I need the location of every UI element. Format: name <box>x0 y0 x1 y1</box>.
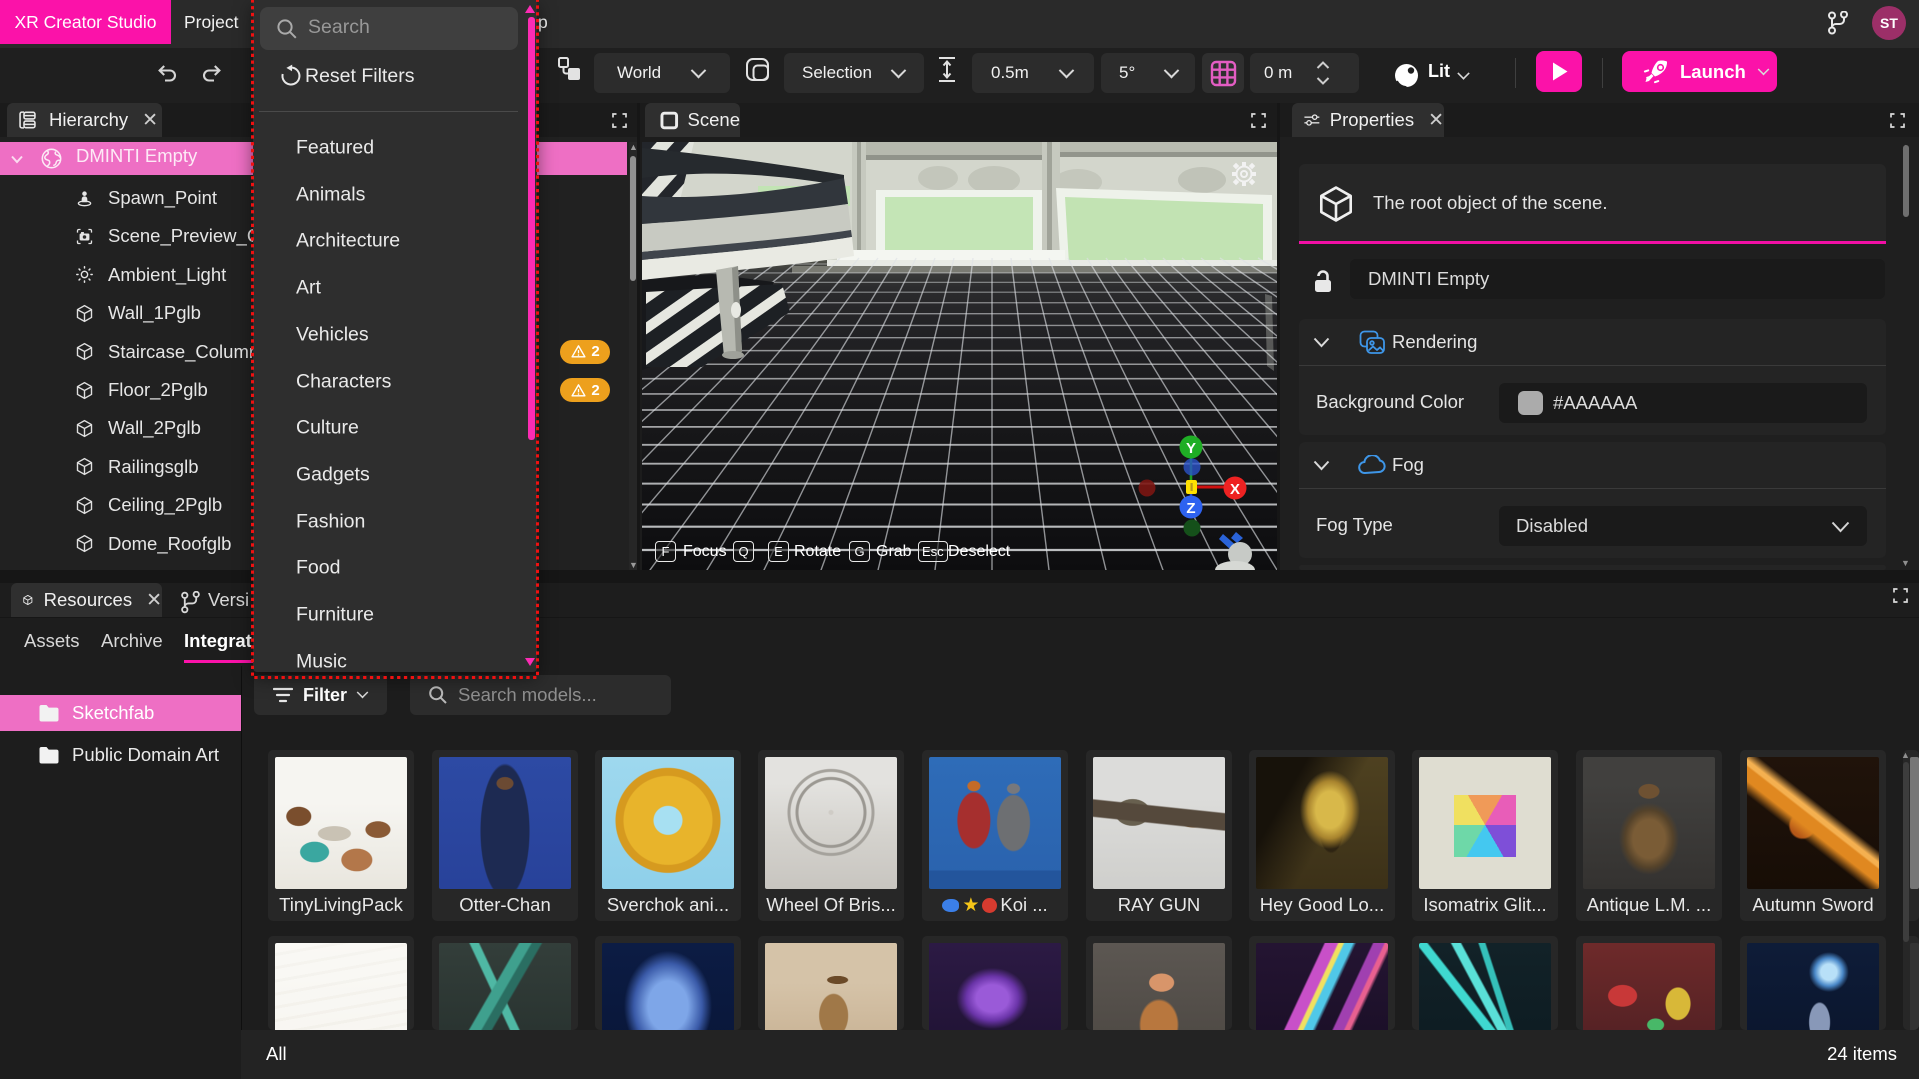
svg-text:Y: Y <box>1186 440 1196 457</box>
svg-text:Z: Z <box>1186 500 1195 517</box>
svg-text:X: X <box>1230 481 1240 498</box>
